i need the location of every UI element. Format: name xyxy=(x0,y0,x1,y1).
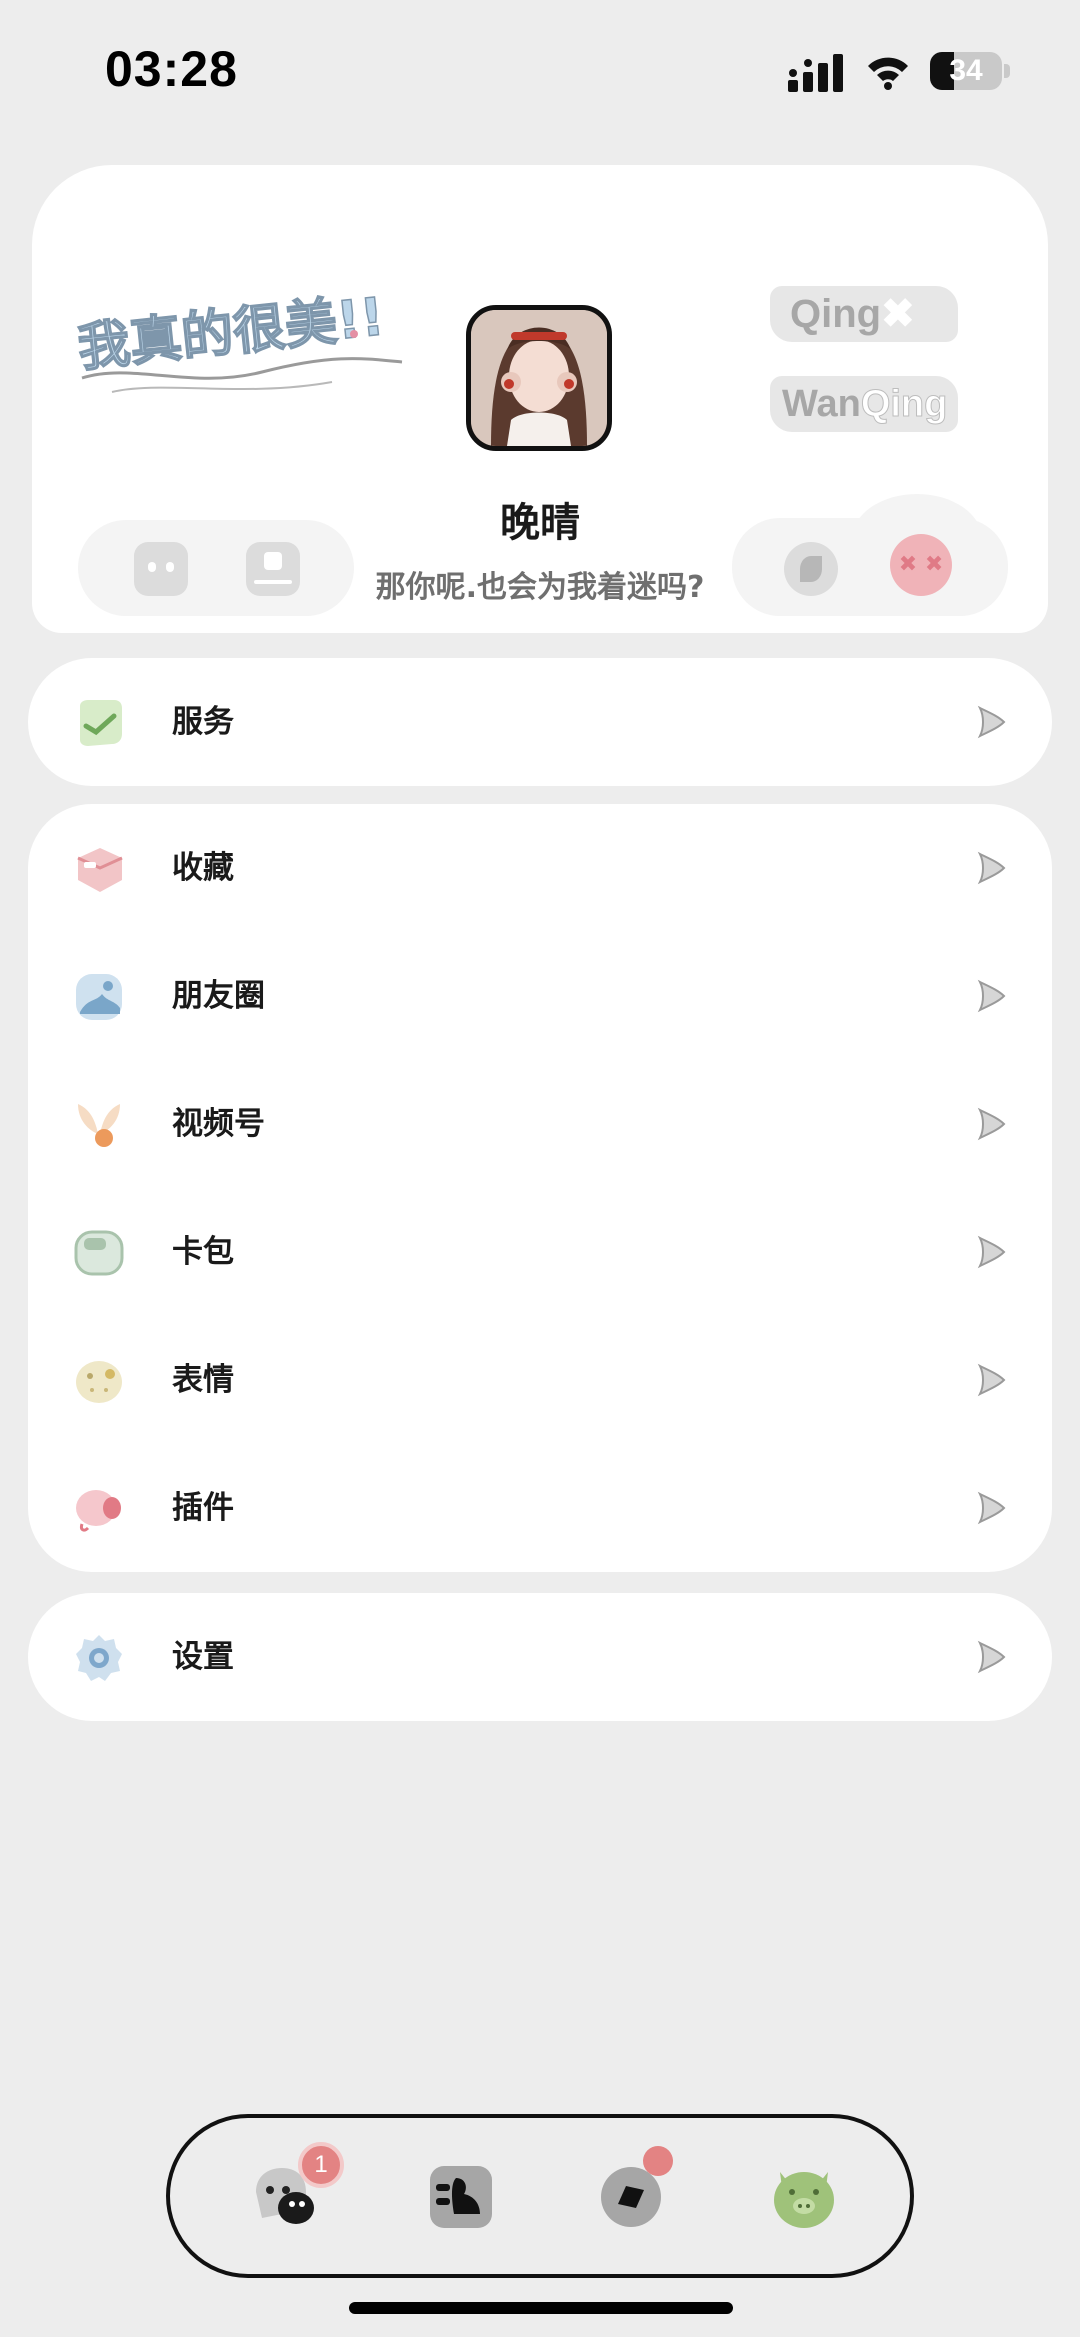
note-icon[interactable] xyxy=(246,542,300,596)
menu-row-stickers[interactable]: 表情 xyxy=(28,1316,1052,1444)
sticker-face-icon xyxy=(76,1361,122,1403)
profile-sticker-art: 我真的很美!! xyxy=(74,292,403,393)
sticker-text-blue: 我真的很美!! xyxy=(75,292,387,379)
leaf-icon[interactable] xyxy=(784,542,838,596)
battery-indicator: 34 xyxy=(930,52,1002,90)
chevron-right-icon xyxy=(977,1363,1006,1397)
menu-row-services[interactable]: 服务 xyxy=(28,658,1052,786)
tag-wan-text: Wan xyxy=(782,383,861,425)
main-menu-card: 收藏 朋友圈 视频号 卡包 表情 插件 xyxy=(28,804,1052,1572)
settings-card: 设置 xyxy=(28,1593,1052,1721)
dizzy-face-icon[interactable]: ✖ ✖ xyxy=(890,534,952,596)
chevron-right-icon xyxy=(977,979,1006,1013)
discover-dot-badge xyxy=(643,2146,673,2176)
menu-row-label: 插件 xyxy=(172,1490,234,1526)
menu-row-label: 视频号 xyxy=(172,1106,265,1142)
home-indicator[interactable] xyxy=(349,2302,733,2314)
battery-percent: 34 xyxy=(949,54,983,87)
status-bar: 03:28 34 xyxy=(0,0,1080,140)
tag-qing-text: Qing xyxy=(790,292,882,336)
chevron-right-icon xyxy=(977,1235,1006,1269)
ghost-face-icon[interactable] xyxy=(134,542,188,596)
avatar[interactable] xyxy=(466,305,612,451)
profile-name: 晚晴 xyxy=(500,500,580,546)
contacts-card-icon[interactable] xyxy=(426,2162,496,2232)
moments-landscape-icon xyxy=(76,974,122,1020)
status-time: 03:28 xyxy=(105,41,238,97)
tag-qing: Qing✖ xyxy=(770,286,958,342)
tag-qing-outline-text: Qing xyxy=(860,383,948,426)
bottom-tab-bar xyxy=(166,2114,914,2278)
profile-pill-right: ✖ ✖ xyxy=(732,494,1008,616)
channels-bow-icon xyxy=(78,1104,120,1147)
tag-x-icon: ✖ xyxy=(881,292,915,336)
chevron-right-icon xyxy=(977,1491,1006,1525)
tag-wanqing: WanQing xyxy=(770,376,958,432)
chevron-right-icon xyxy=(977,705,1006,739)
menu-row-label: 设置 xyxy=(172,1639,234,1675)
menu-row-label: 收藏 xyxy=(172,850,234,886)
check-leaf-icon xyxy=(80,700,122,746)
menu-row-favorites[interactable]: 收藏 xyxy=(28,804,1052,932)
wifi-icon xyxy=(868,57,908,90)
battery-nub xyxy=(1004,64,1010,78)
profile-pill-left xyxy=(78,520,354,616)
cellular-signal-icon xyxy=(788,54,843,92)
menu-row-wallet[interactable]: 卡包 xyxy=(28,1188,1052,1316)
menu-row-label: 卡包 xyxy=(172,1234,234,1270)
menu-row-label: 朋友圈 xyxy=(172,978,265,1014)
chat-unread-badge: 1 xyxy=(298,2142,344,2188)
chevron-right-icon xyxy=(977,1107,1006,1141)
menu-row-settings[interactable]: 设置 xyxy=(28,1593,1052,1721)
menu-row-plugins[interactable]: 插件 xyxy=(28,1444,1052,1572)
chevron-right-icon xyxy=(977,851,1006,885)
avatar-portrait xyxy=(471,310,607,446)
gear-icon xyxy=(76,1635,122,1681)
profile-signature: 那你呢.也会为我着迷吗? xyxy=(375,570,705,605)
plugin-pig-icon xyxy=(76,1490,121,1532)
menu-row-label: 服务 xyxy=(172,704,234,740)
chevron-right-icon xyxy=(977,1640,1006,1674)
wallet-icon xyxy=(74,1230,124,1276)
menu-row-moments[interactable]: 朋友圈 xyxy=(28,932,1052,1060)
favorites-cube-icon xyxy=(77,848,123,892)
pig-face-icon[interactable] xyxy=(766,2158,842,2234)
menu-row-channels[interactable]: 视频号 xyxy=(28,1060,1052,1188)
menu-row-label: 表情 xyxy=(172,1362,234,1398)
services-card: 服务 xyxy=(28,658,1052,786)
